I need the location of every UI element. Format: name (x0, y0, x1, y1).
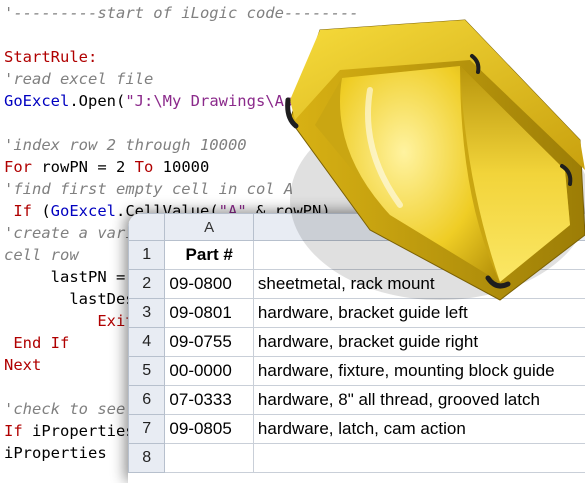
cell-description[interactable]: hardware, bracket guide right (253, 328, 585, 357)
sheet-grid: A 1Part #209-0800sheetmetal, rack mount3… (128, 213, 585, 473)
code-token: ( (32, 202, 51, 220)
code-token: rowPN = 2 (32, 158, 135, 176)
code-token: To (135, 158, 154, 176)
column-header-row: A (129, 214, 585, 241)
code-line[interactable]: 'read excel file (4, 68, 153, 90)
column-header-b[interactable] (253, 214, 585, 241)
cell-description[interactable]: sheetmetal, rack mount (253, 270, 585, 299)
code-token: "J:\My Drawings\Assembly Parts.xls" (125, 92, 452, 110)
row-number[interactable]: 8 (129, 444, 165, 473)
cell-part-number[interactable]: 09-0755 (165, 328, 254, 357)
table-row: 209-0800sheetmetal, rack mount (129, 270, 585, 299)
code-token: 'index row 2 through 10000 (4, 136, 247, 154)
cell-part-number[interactable]: 07-0333 (165, 386, 254, 415)
cell-part-number[interactable] (165, 444, 254, 473)
code-token: iProperties (23, 422, 135, 440)
code-token: GoExcel (4, 92, 69, 110)
table-row: 709-0805hardware, latch, cam action (129, 415, 585, 444)
code-line[interactable]: StartRule: (4, 46, 97, 68)
row-number[interactable]: 3 (129, 299, 165, 328)
code-line[interactable]: cell row (4, 244, 79, 266)
cell-description[interactable]: hardware, fixture, mounting block guide (253, 357, 585, 386)
code-line[interactable]: '---------start of iLogic code-------- (4, 2, 359, 24)
code-token: '---------start of iLogic code-------- (4, 4, 359, 22)
cell-part-number[interactable]: 09-0800 (165, 270, 254, 299)
code-line[interactable]: Next (4, 354, 41, 376)
row-number[interactable]: 2 (129, 270, 165, 299)
select-all-corner[interactable] (129, 214, 165, 241)
code-token: If (4, 202, 32, 220)
code-token: 'find first empty cell in col A (4, 180, 293, 198)
row-number[interactable]: 4 (129, 328, 165, 357)
code-token: iProperties (4, 444, 107, 462)
cell-description[interactable] (253, 444, 585, 473)
code-token: End If (4, 334, 69, 352)
table-row: 8 (129, 444, 585, 473)
table-row: 309-0801hardware, bracket guide left (129, 299, 585, 328)
cell-part-number[interactable]: Part # (165, 241, 254, 270)
row-number[interactable]: 1 (129, 241, 165, 270)
row-number[interactable]: 5 (129, 357, 165, 386)
cell-description[interactable]: hardware, bracket guide left (253, 299, 585, 328)
excel-sheet: A 1Part #209-0800sheetmetal, rack mount3… (128, 213, 585, 483)
cell-part-number[interactable]: 09-0801 (165, 299, 254, 328)
cell-description[interactable]: hardware, latch, cam action (253, 415, 585, 444)
cell-description[interactable] (253, 241, 585, 270)
code-line[interactable]: For rowPN = 2 To 10000 (4, 156, 209, 178)
cell-part-number[interactable]: 00-0000 (165, 357, 254, 386)
code-token: 'read excel file (4, 70, 153, 88)
code-token: .Open( (69, 92, 125, 110)
cell-part-number[interactable]: 09-0805 (165, 415, 254, 444)
code-token: For (4, 158, 32, 176)
row-number[interactable]: 7 (129, 415, 165, 444)
code-line[interactable]: 'find first empty cell in col A (4, 178, 293, 200)
code-line[interactable]: iProperties (4, 442, 107, 464)
code-token: StartRule: (4, 48, 97, 66)
code-line[interactable]: If iProperties (4, 420, 135, 442)
table-row: 607-0333hardware, 8" all thread, grooved… (129, 386, 585, 415)
code-token: 10000 (153, 158, 209, 176)
cell-description[interactable]: hardware, 8" all thread, grooved latch (253, 386, 585, 415)
code-line[interactable]: 'index row 2 through 10000 (4, 134, 247, 156)
code-line[interactable]: GoExcel.Open("J:\My Drawings\Assembly Pa… (4, 90, 452, 112)
code-token: Next (4, 356, 41, 374)
table-row: 409-0755hardware, bracket guide right (129, 328, 585, 357)
table-row: 1Part # (129, 241, 585, 270)
row-number[interactable]: 6 (129, 386, 165, 415)
code-line[interactable]: End If (4, 332, 69, 354)
code-token: cell row (4, 246, 79, 264)
code-token: GoExcel (51, 202, 116, 220)
column-header-a[interactable]: A (165, 214, 254, 241)
table-row: 500-0000hardware, fixture, mounting bloc… (129, 357, 585, 386)
code-token: If (4, 422, 23, 440)
